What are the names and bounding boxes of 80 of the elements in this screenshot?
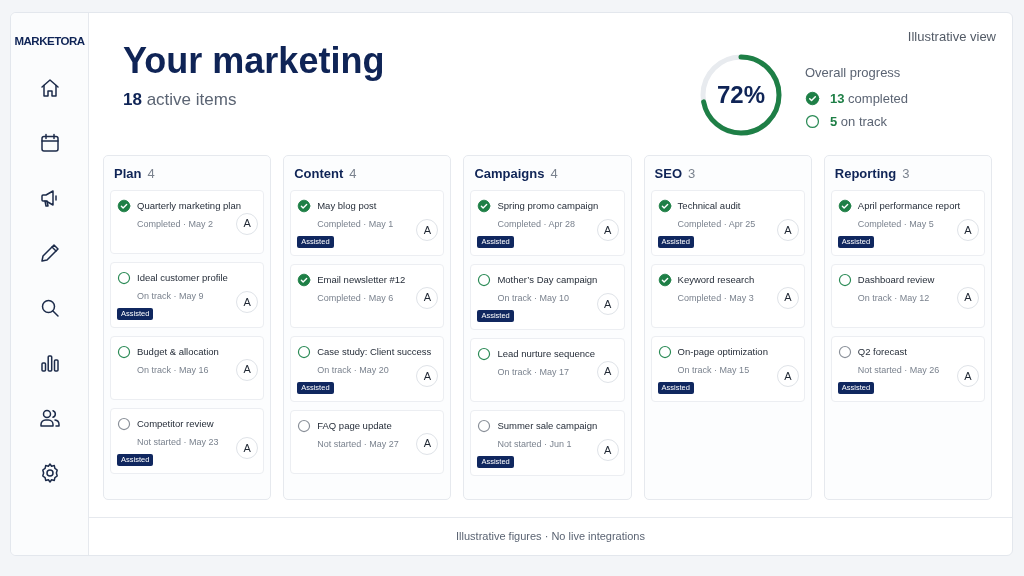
- avatar: A: [957, 365, 979, 387]
- avatar: A: [596, 219, 619, 241]
- task-meta: On track · May 15: [677, 363, 751, 377]
- task-title: FAQ page update: [317, 418, 393, 433]
- column-title: Plan: [114, 166, 142, 181]
- avatar: A: [776, 219, 799, 241]
- task-title: April performance report: [857, 198, 962, 213]
- task-card[interactable]: Quarterly marketing plan Completed · May 2 A: [110, 189, 265, 254]
- task-title: Case study: Client success: [317, 344, 433, 359]
- column-count: 3: [902, 166, 910, 181]
- task-meta: Not started · May 26: [857, 363, 941, 377]
- avatar: A: [416, 432, 439, 455]
- task-meta: Completed · May 3: [677, 291, 755, 305]
- task-title: Lead nurture sequence: [497, 346, 597, 361]
- page-title: Your marketing: [123, 41, 385, 81]
- task-meta: Not started · May 23: [137, 435, 220, 449]
- footer-note: Illustrative figures · No live integrations: [456, 529, 645, 545]
- active-count: 18 active items: [123, 88, 238, 111]
- task-meta: Not started · May 27: [317, 437, 400, 451]
- task-meta: Completed · Apr 28: [497, 217, 576, 231]
- avatar: A: [236, 358, 259, 381]
- task-meta: Completed · May 6: [317, 291, 395, 305]
- avatar: A: [416, 219, 439, 241]
- task-title: May blog post: [317, 198, 378, 213]
- task-title: Summer sale campaign: [497, 418, 599, 433]
- stat-label: 5 on track: [830, 113, 888, 131]
- column-count: 4: [349, 166, 357, 181]
- brand-logo: MARKETORA: [14, 34, 85, 49]
- task-card[interactable]: Keyword research Completed · May 3 A: [650, 263, 805, 328]
- column-title: Campaigns: [474, 166, 545, 181]
- task-meta: Completed · May 1: [317, 217, 395, 231]
- column-count: 3: [688, 166, 696, 181]
- progress-title: Overall progress: [805, 64, 902, 82]
- avatar: A: [596, 360, 619, 383]
- avatar: A: [236, 291, 259, 313]
- avatar: A: [416, 286, 439, 309]
- task-meta: Completed · May 2: [137, 217, 215, 231]
- task-title: Competitor review: [137, 416, 215, 431]
- task-meta: On track · May 10: [497, 291, 570, 305]
- avatar: A: [957, 219, 979, 241]
- task-title: Email newsletter #12: [317, 272, 407, 287]
- column-title: Content: [294, 166, 344, 181]
- avatar: A: [957, 286, 979, 309]
- task-meta: Completed · May 5: [857, 217, 935, 231]
- task-card[interactable]: FAQ page update Not started · May 27 A: [290, 409, 445, 474]
- stat-label: 13 completed: [830, 89, 909, 108]
- task-title: Budget & allocation: [137, 344, 220, 359]
- avatar: A: [776, 365, 799, 387]
- task-title: Mother’s Day campaign: [497, 272, 599, 287]
- avatar: A: [776, 286, 799, 309]
- task-title: Keyword research: [677, 272, 756, 287]
- task-title: On-page optimization: [677, 344, 769, 359]
- task-meta: Not started · Jun 1: [497, 437, 573, 451]
- task-title: Ideal customer profile: [137, 270, 229, 285]
- task-meta: On track · May 16: [137, 363, 210, 377]
- task-meta: On track · May 20: [317, 363, 390, 377]
- task-card[interactable]: Budget & allocation On track · May 16 A: [110, 335, 265, 400]
- task-meta: On track · May 12: [857, 291, 931, 305]
- avatar: A: [596, 293, 619, 315]
- task-card[interactable]: Email newsletter #12 Completed · May 6 A: [290, 263, 445, 328]
- progress-percent: 72%: [716, 80, 765, 110]
- task-meta: On track · May 17: [497, 365, 570, 379]
- avatar: A: [596, 439, 619, 461]
- task-meta: Completed · Apr 25: [677, 217, 757, 231]
- task-title: Q2 forecast: [857, 344, 908, 359]
- view-note: Illustrative view: [907, 28, 996, 46]
- task-title: Technical audit: [677, 198, 742, 213]
- task-meta: On track · May 9: [137, 289, 205, 303]
- column-title: SEO: [654, 166, 683, 181]
- column-count: 4: [147, 166, 155, 181]
- column-count: 4: [550, 166, 558, 181]
- avatar: A: [416, 365, 439, 387]
- avatar: A: [236, 212, 259, 235]
- task-card[interactable]: Lead nurture sequence On track · May 17 A: [470, 337, 625, 402]
- task-title: Spring promo campaign: [497, 198, 600, 213]
- column-title: Reporting: [834, 166, 897, 181]
- avatar: A: [236, 437, 259, 459]
- task-title: Quarterly marketing plan: [137, 198, 243, 213]
- task-title: Dashboard review: [857, 272, 936, 287]
- task-card[interactable]: Dashboard review On track · May 12 A: [830, 263, 985, 328]
